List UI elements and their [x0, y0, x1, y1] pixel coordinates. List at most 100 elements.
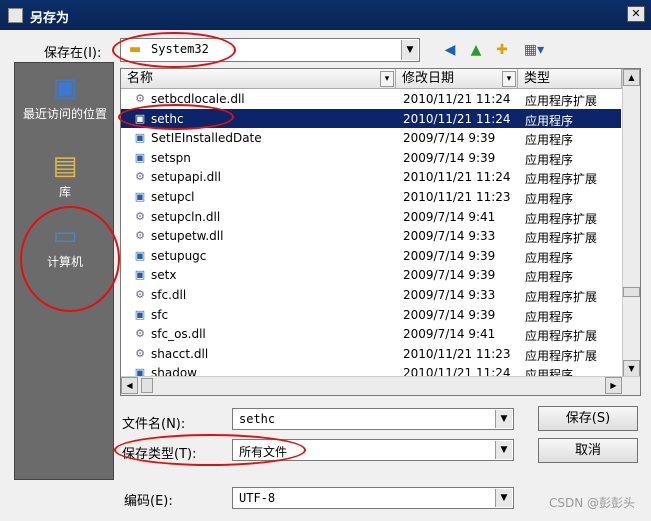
view-menu-icon[interactable]: ▦▾: [520, 40, 548, 60]
place-computer[interactable]: ▭ 计算机: [15, 221, 115, 270]
file-name: sfc.dll: [151, 288, 187, 302]
file-name: setupugc: [151, 248, 207, 263]
filetype-select[interactable]: 所有文件 ▼: [232, 439, 514, 461]
file-date: 2009/7/14 9:41: [403, 209, 496, 224]
file-row[interactable]: ▣ setspn 2009/7/14 9:39 应用程序: [121, 148, 621, 168]
file-name: sfc_os.dll: [151, 327, 206, 342]
file-row[interactable]: ⚙ sfc_os.dll 2009/7/14 9:41 应用程序扩展: [121, 324, 621, 344]
file-type: 应用程序扩展: [525, 231, 598, 246]
exe-icon: ▣: [134, 150, 146, 164]
file-date: 2009/7/14 9:33: [403, 288, 496, 302]
file-type: 应用程序: [525, 270, 574, 285]
scroll-right-icon[interactable]: ▶: [605, 377, 622, 394]
column-dropdown-icon[interactable]: ▾: [380, 71, 394, 87]
exe-icon: ▣: [134, 111, 146, 125]
column-name-label: 名称: [127, 71, 154, 86]
file-row[interactable]: ▣ sfc 2009/7/14 9:39 应用程序: [121, 305, 621, 325]
scroll-down-icon[interactable]: ▼: [623, 360, 640, 377]
file-row[interactable]: ⚙ setupcln.dll 2009/7/14 9:41 应用程序扩展: [121, 207, 621, 227]
file-name: shacct.dll: [151, 346, 209, 361]
dll-icon: ⚙: [135, 170, 145, 184]
file-type: 应用程序扩展: [525, 172, 598, 187]
file-date: 2009/7/14 9:39: [403, 307, 496, 322]
dll-icon: ⚙: [135, 288, 145, 301]
chevron-down-icon[interactable]: ▼: [495, 489, 512, 507]
save-in-value: System32: [151, 42, 209, 56]
chevron-down-icon[interactable]: ▼: [401, 40, 418, 60]
file-type: 应用程序扩展: [525, 94, 598, 108]
column-header-date[interactable]: 修改日期 ▾: [396, 69, 518, 89]
encoding-label: 编码(E):: [124, 494, 173, 509]
file-name: setbcdlocale.dll: [151, 92, 245, 106]
file-row[interactable]: ⚙ sfc.dll 2009/7/14 9:33 应用程序扩展: [121, 285, 621, 305]
cancel-button[interactable]: 取消: [538, 438, 638, 463]
file-row[interactable]: ▣ setupcl 2010/11/21 11:23 应用程序: [121, 187, 621, 207]
file-name: setspn: [151, 150, 191, 165]
back-icon[interactable]: ◀: [440, 40, 460, 60]
up-folder-icon[interactable]: ▲: [466, 40, 486, 60]
file-row[interactable]: ⚙ setupetw.dll 2009/7/14 9:33 应用程序扩展: [121, 226, 621, 246]
place-libraries[interactable]: ▤ 库: [15, 151, 115, 200]
app-icon: [8, 8, 23, 23]
place-recent[interactable]: ▣ 最近访问的位置: [15, 73, 115, 122]
filename-label: 文件名(N):: [122, 417, 186, 432]
file-type: 应用程序: [525, 250, 574, 265]
places-bar: ▣ 最近访问的位置 ▤ 库 ▭ 计算机: [14, 62, 114, 480]
file-row[interactable]: ▣ SetIEInstalledDate 2009/7/14 9:39 应用程序: [121, 128, 621, 148]
horizontal-scrollbar[interactable]: ◀ ▶: [121, 376, 640, 395]
dll-icon: ⚙: [135, 327, 145, 341]
file-date: 2010/11/21 11:24: [403, 111, 511, 126]
file-row[interactable]: ⚙ shacct.dll 2010/11/21 11:23 应用程序扩展: [121, 344, 621, 364]
file-row[interactable]: ▣ setupugc 2009/7/14 9:39 应用程序: [121, 246, 621, 266]
file-row[interactable]: ⚙ setbcdlocale.dll 2010/11/21 11:24 应用程序扩展: [121, 89, 621, 109]
computer-icon: ▭: [52, 221, 78, 251]
file-type: 应用程序: [525, 309, 574, 324]
file-list[interactable]: 名称 ▾ 修改日期 ▾ 类型 ⚙ setbcdlocale.dll 2010/11/…: [120, 68, 641, 396]
title-bar: 另存为 ✕: [0, 0, 651, 30]
hscroll-thumb[interactable]: [141, 378, 153, 393]
encoding-value: UTF-8: [239, 491, 276, 505]
file-row-selected[interactable]: ▣ sethc 2010/11/21 11:24 应用程序: [121, 108, 621, 129]
file-name: setupcl: [151, 190, 195, 204]
place-label: 最近访问的位置: [22, 107, 107, 121]
file-row[interactable]: ⚙ setupapi.dll 2010/11/21 11:24 应用程序扩展: [121, 167, 621, 187]
file-row[interactable]: ▣ setx 2009/7/14 9:39 应用程序: [121, 265, 621, 285]
place-label: 库: [58, 185, 71, 199]
file-date: 2010/11/21 11:23: [403, 190, 511, 204]
file-date: 2009/7/14 9:39: [403, 248, 496, 263]
save-in-combo[interactable]: ▬ System32 ▼: [120, 38, 420, 62]
scroll-thumb[interactable]: [623, 287, 640, 297]
folder-icon: ▬: [129, 42, 142, 57]
file-type: 应用程序扩展: [525, 348, 598, 363]
file-date: 2009/7/14 9:33: [403, 229, 496, 244]
filename-field[interactable]: sethc ▼: [232, 408, 514, 430]
vertical-scrollbar[interactable]: ▲ ▼: [622, 69, 640, 377]
window-title: 另存为: [30, 11, 70, 26]
scroll-left-icon[interactable]: ◀: [121, 377, 138, 394]
column-header-name[interactable]: 名称 ▾: [121, 69, 396, 89]
dll-icon: ⚙: [135, 209, 145, 223]
place-label: 计算机: [46, 255, 83, 269]
scroll-up-icon[interactable]: ▲: [623, 69, 640, 86]
chevron-down-icon[interactable]: ▼: [495, 410, 512, 428]
save-in-label: 保存在(I):: [44, 46, 102, 61]
encoding-select[interactable]: UTF-8 ▼: [232, 487, 514, 509]
file-name: setupcln.dll: [151, 209, 221, 224]
filename-value: sethc: [239, 412, 276, 426]
chevron-down-icon[interactable]: ▼: [495, 441, 512, 459]
file-name: setupetw.dll: [151, 229, 224, 244]
close-button[interactable]: ✕: [627, 6, 645, 22]
column-header-type[interactable]: 类型: [518, 69, 622, 89]
new-folder-icon[interactable]: ✚: [492, 40, 512, 60]
watermark: CSDN @彭彭头: [548, 496, 635, 510]
column-dropdown-icon[interactable]: ▾: [502, 71, 516, 87]
column-date-label: 修改日期: [402, 71, 455, 86]
file-type: 应用程序: [525, 152, 574, 167]
dll-icon: ⚙: [135, 346, 145, 360]
file-date: 2009/7/14 9:39: [403, 150, 496, 165]
file-date: 2009/7/14 9:41: [403, 327, 496, 342]
recent-places-icon: ▣: [52, 73, 78, 103]
exe-icon: ▣: [134, 190, 146, 203]
column-type-label: 类型: [524, 71, 551, 86]
save-button[interactable]: 保存(S): [538, 406, 638, 431]
